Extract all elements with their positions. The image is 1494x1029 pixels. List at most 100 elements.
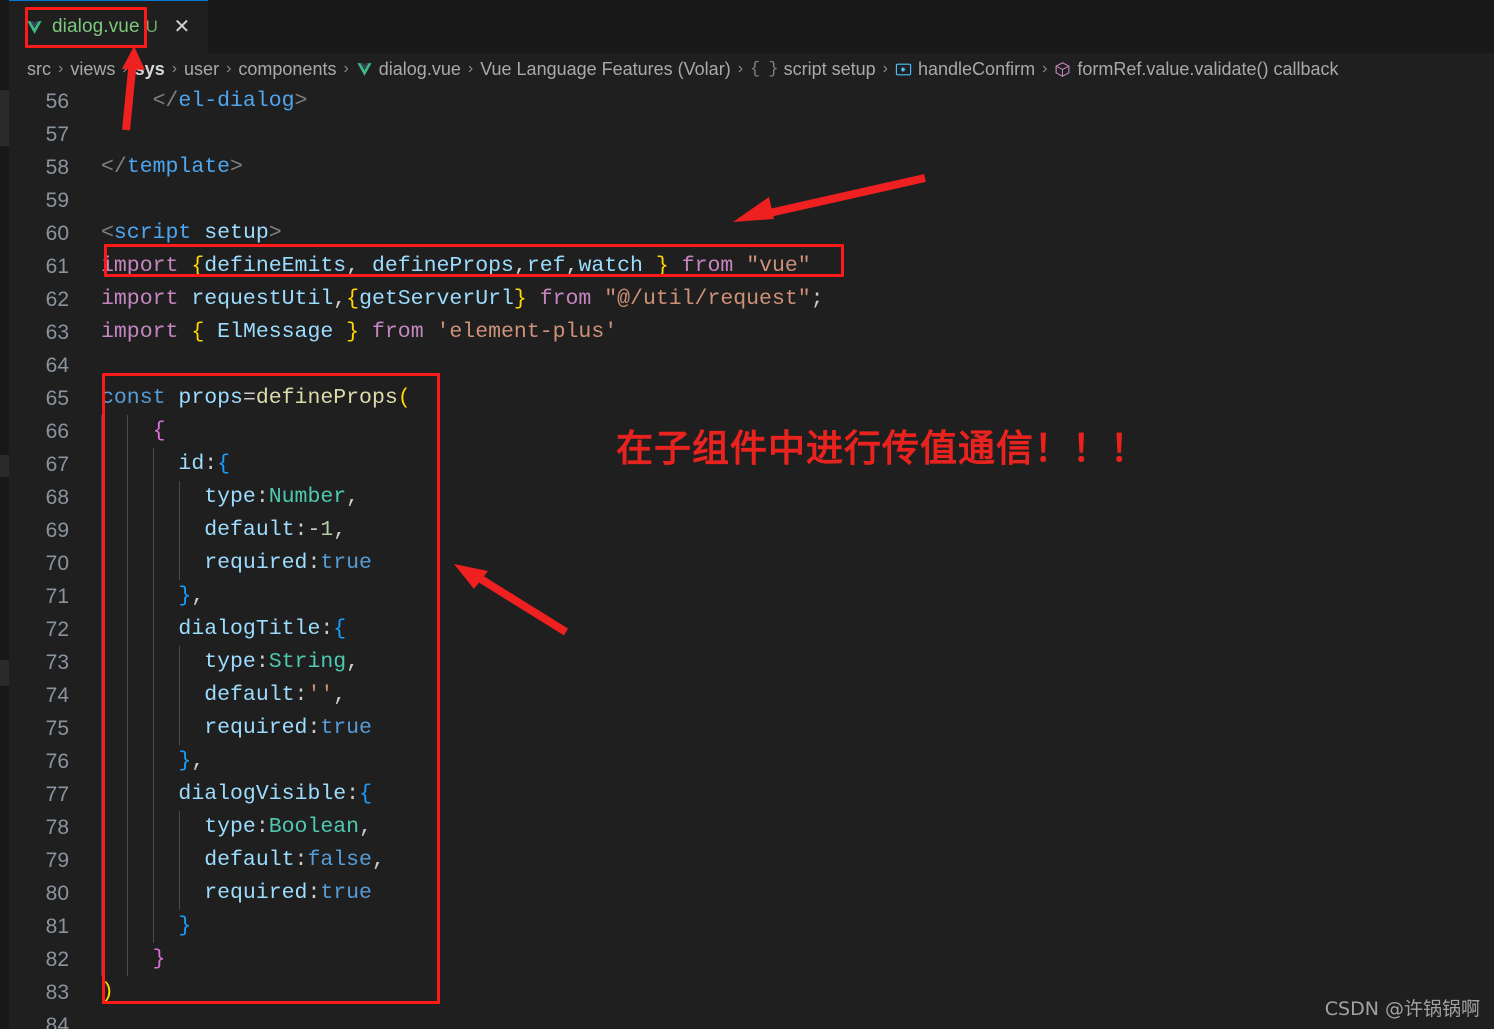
code-token: < xyxy=(101,221,114,245)
code-lines: 56 </el-dialog> 57 58 </template> 59 60 <scrip… xyxy=(9,85,1494,1029)
watermark: CSDN @许锅锅啊 xyxy=(1324,998,1480,1020)
code-line: 64 xyxy=(9,349,1494,382)
code-editor[interactable]: 56 </el-dialog> 57 58 </template> 59 60 <scrip… xyxy=(9,85,1494,1029)
code-token: script xyxy=(113,221,192,245)
code-token: import xyxy=(101,320,179,344)
code-line: 73 type:String, xyxy=(9,646,1494,679)
code-text: }, xyxy=(82,580,1494,613)
code-token: 1 xyxy=(320,518,334,542)
code-token: defineProps xyxy=(371,254,514,278)
code-token: ) xyxy=(101,980,114,1004)
indent-guide xyxy=(101,811,102,844)
code-token: ElMessage xyxy=(217,320,334,344)
code-token: , xyxy=(565,254,579,278)
line-number: 60 xyxy=(45,222,69,245)
code-text: type:Boolean, xyxy=(82,811,1494,844)
code-token: { xyxy=(346,287,360,311)
breadcrumb-item-formref-value-validate-callback[interactable]: formRef.value.validate() callback xyxy=(1054,59,1339,80)
breadcrumb-item-handleconfirm[interactable]: handleConfirm xyxy=(895,59,1035,80)
code-text: import {defineEmits, defineProps,ref,wat… xyxy=(82,250,1494,283)
code-text: dialogVisible:{ xyxy=(82,778,1494,811)
code-line: 62 import requestUtil,{getServerUrl} from… xyxy=(9,283,1494,316)
code-token: Boolean xyxy=(268,815,360,839)
code-token: } xyxy=(346,320,360,344)
breadcrumb-separator: › xyxy=(226,60,232,77)
sliver-mark xyxy=(0,455,9,477)
breadcrumb-item-dialog-vue[interactable]: dialog.vue xyxy=(356,59,461,80)
breadcrumb-item-label: src xyxy=(27,58,51,79)
indent-guide xyxy=(178,811,180,844)
line-number: 59 xyxy=(45,189,69,212)
line-number: 75 xyxy=(45,717,69,740)
indent-guide xyxy=(152,745,154,778)
code-token: default xyxy=(204,848,295,872)
code-token: String xyxy=(268,650,347,674)
indent-guide xyxy=(126,745,128,778)
activity-bar-edge xyxy=(0,0,9,1029)
breadcrumb-item-src[interactable]: src xyxy=(27,59,51,80)
indent-guide xyxy=(101,910,102,943)
code-line: 68 type:Number, xyxy=(9,481,1494,514)
code-token: dialogTitle xyxy=(178,617,321,641)
code-line: 56 </el-dialog> xyxy=(9,85,1494,118)
vue-file-icon xyxy=(27,20,42,34)
code-token: type xyxy=(204,485,256,509)
code-token: { xyxy=(333,617,347,641)
code-line: 77 dialogVisible:{ xyxy=(9,778,1494,811)
breadcrumb-item-script-setup[interactable]: { } script setup xyxy=(750,59,876,80)
indent-guide xyxy=(178,844,180,877)
breadcrumb-item-components[interactable]: components xyxy=(238,59,336,80)
indent-guide xyxy=(101,514,102,547)
code-token: required xyxy=(204,881,308,905)
indent-guide xyxy=(126,514,128,547)
line-number: 83 xyxy=(45,981,69,1004)
indent-guide xyxy=(101,547,102,580)
code-token: template xyxy=(126,155,231,179)
indent-guide xyxy=(101,943,102,976)
code-token: { xyxy=(359,782,372,806)
indent-guide xyxy=(101,745,102,778)
code-text: default:'', xyxy=(82,679,1494,712)
line-number: 76 xyxy=(45,750,69,773)
code-token: id xyxy=(178,452,205,476)
breadcrumb-item-vue-language-features-volar[interactable]: Vue Language Features (Volar) xyxy=(480,59,731,80)
indent-guide xyxy=(126,415,128,448)
indent-guide xyxy=(126,910,128,943)
code-text: required:true xyxy=(82,712,1494,745)
code-token: , xyxy=(371,848,385,872)
code-token: </ xyxy=(101,155,127,179)
breadcrumb-item-views[interactable]: views xyxy=(70,59,115,80)
code-token: true xyxy=(320,551,372,575)
code-line: 79 default:false, xyxy=(9,844,1494,877)
code-token: : xyxy=(255,650,269,674)
indent-guide xyxy=(101,415,102,448)
indent-guide xyxy=(101,448,102,481)
line-number: 74 xyxy=(45,684,69,707)
breadcrumb-item-sys[interactable]: sys xyxy=(135,59,165,80)
code-token: > xyxy=(294,89,308,113)
code-token: ref xyxy=(526,254,566,278)
code-token: required xyxy=(204,716,308,740)
annotation-note: 在子组件中进行传值通信！！！ xyxy=(616,427,1148,470)
indent-guide xyxy=(152,580,154,613)
indent-guide xyxy=(152,514,154,547)
code-token: defineEmits xyxy=(204,254,347,278)
tab-status-badge: U xyxy=(145,17,158,36)
breadcrumb-separator: › xyxy=(171,60,178,77)
indent-guide xyxy=(178,712,180,745)
tab-dialog-vue[interactable]: dialog.vue U ✕ xyxy=(9,0,208,53)
breadcrumb-item-label: components xyxy=(238,58,337,79)
braces-icon: { } xyxy=(750,59,779,79)
code-token: from xyxy=(371,320,424,344)
indent-guide xyxy=(152,844,154,877)
code-text: required:true xyxy=(82,877,1494,910)
code-token: : xyxy=(294,848,308,872)
close-icon[interactable]: ✕ xyxy=(170,15,194,39)
code-text: dialogTitle:{ xyxy=(82,613,1494,646)
breadcrumb-item-user[interactable]: user xyxy=(184,59,219,80)
code-token: , xyxy=(333,287,347,311)
